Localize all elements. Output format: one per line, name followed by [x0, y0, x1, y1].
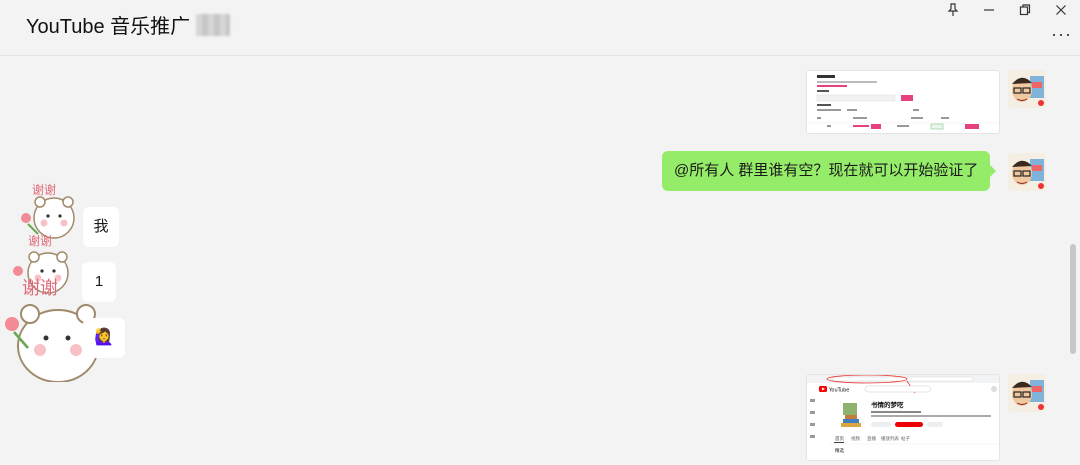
pin-icon[interactable] — [938, 0, 968, 20]
chat-title-text: YouTube 音乐推广 — [26, 16, 191, 38]
svg-text:书情的梦呓: 书情的梦呓 — [871, 400, 904, 409]
chat-title: YouTube 音乐推广 — [26, 10, 231, 39]
sticker-text-thanks: 谢谢 — [32, 182, 56, 197]
svg-text:播放列表: 播放列表 — [881, 435, 899, 442]
svg-text:YouTube: YouTube — [828, 388, 849, 394]
own-avatar[interactable] — [1008, 153, 1046, 191]
shared-screenshot-youtube[interactable]: YouTube 书情的梦呓 首页 视频 直播 播放列表 帖子 精选 — [806, 374, 1000, 461]
svg-text:帖子: 帖子 — [901, 435, 910, 442]
svg-text:首页: 首页 — [835, 435, 844, 442]
shared-screenshot-table[interactable] — [806, 70, 1000, 134]
restore-icon[interactable] — [1010, 0, 1040, 20]
outgoing-message-text: @所有人 群里谁有空？现在就可以开始验证了 — [674, 162, 979, 179]
chat-scrollbar[interactable] — [1070, 244, 1076, 354]
svg-text:视频: 视频 — [851, 435, 860, 442]
incoming-message-bubble[interactable]: 🙋‍♀️ — [83, 318, 125, 358]
own-avatar[interactable] — [1008, 70, 1046, 108]
minimize-icon[interactable] — [974, 0, 1004, 20]
svg-text:谢谢: 谢谢 — [22, 278, 58, 299]
chat-header: YouTube 音乐推广 ··· — [0, 0, 1080, 56]
incoming-emoji-text: 🙋‍♀️ — [94, 329, 114, 346]
own-avatar[interactable] — [1008, 374, 1046, 412]
svg-text:精选: 精选 — [835, 447, 844, 454]
svg-text:谢谢: 谢谢 — [28, 233, 52, 248]
close-icon[interactable] — [1046, 0, 1076, 20]
more-options-icon[interactable]: ··· — [1051, 24, 1072, 45]
svg-text:直播: 直播 — [867, 435, 876, 442]
message-list: @所有人 群里谁有空？现在就可以开始验证了 谢谢 — [0, 56, 1080, 465]
incoming-message-text: 我 — [93, 218, 109, 235]
outgoing-message-bubble[interactable]: @所有人 群里谁有空？现在就可以开始验证了 — [662, 151, 997, 191]
blurred-member-count — [196, 13, 231, 36]
incoming-message-bubble[interactable]: 我 — [83, 207, 119, 247]
